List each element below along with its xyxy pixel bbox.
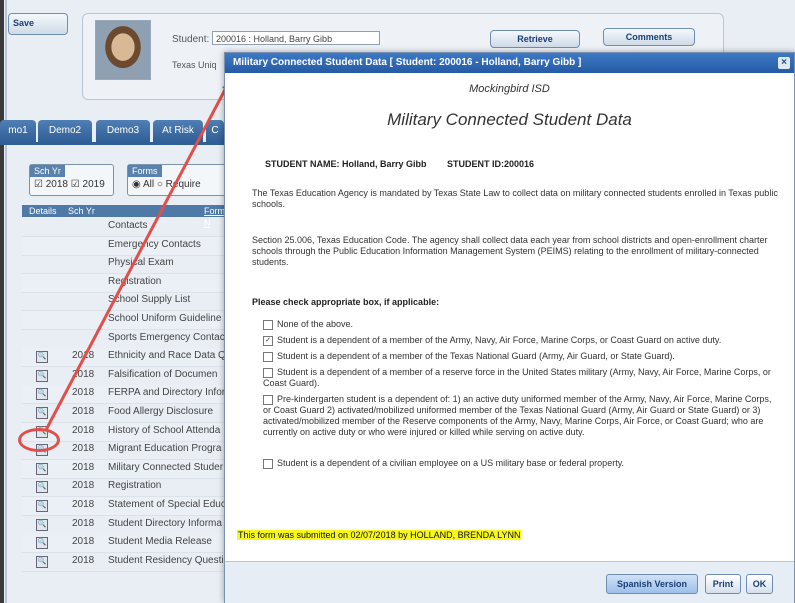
dialog-body: Mockingbird ISD Military Connected Stude… [225,73,794,561]
military-data-dialog: Military Connected Student Data [ Studen… [224,52,795,603]
check-instructions: Please check appropriate box, if applica… [252,297,440,307]
option-item: Student is a dependent of a member of a … [263,367,773,389]
submission-note: This form was submitted on 02/07/2018 by… [237,530,522,540]
form-title: Military Connected Student Data [387,110,632,129]
print-button[interactable]: Print [705,574,741,594]
option-label: Student is a dependent of a member of th… [277,351,675,361]
option-checkbox[interactable] [263,351,273,362]
district-name: Mockingbird ISD [469,83,550,95]
option-checkbox[interactable] [263,458,273,469]
option-item: ✓ Student is a dependent of a member of t… [263,335,773,346]
option-label: None of the above. [277,319,354,329]
student-id: STUDENT ID:200016 [447,159,535,169]
option-label: Pre-kindergarten student is a dependent … [263,394,772,437]
option-label: Student is a dependent of a member of th… [277,335,722,345]
close-icon[interactable]: × [778,57,790,69]
section-paragraph: Section 25.006, Texas Education Code. Th… [252,235,768,267]
option-item: None of the above. [263,319,773,330]
student-info-line: STUDENT NAME: Holland, Barry Gibb STUDEN… [265,159,552,169]
dialog-footer: Spanish Version Print OK [225,561,794,603]
option-label: Student is a dependent of a civilian emp… [277,458,625,468]
student-name: STUDENT NAME: Holland, Barry Gibb [265,159,427,169]
option-item: Pre-kindergarten student is a dependent … [263,394,773,438]
option-checkbox[interactable] [263,394,273,405]
app-window: Save Student: 200016 : Holland, Barry Gi… [0,0,795,603]
option-checkbox[interactable] [263,319,273,330]
option-checkbox[interactable] [263,367,273,378]
intro-paragraph: The Texas Education Agency is mandated b… [252,188,778,209]
option-checkbox[interactable]: ✓ [263,335,273,346]
option-item: Student is a dependent of a member of th… [263,351,773,362]
ok-button[interactable]: OK [746,574,773,594]
option-label: Student is a dependent of a member of a … [263,367,771,388]
spanish-version-button[interactable]: Spanish Version [606,574,698,594]
option-item: Student is a dependent of a civilian emp… [263,458,773,469]
dialog-title: Military Connected Student Data [ Studen… [225,53,794,73]
